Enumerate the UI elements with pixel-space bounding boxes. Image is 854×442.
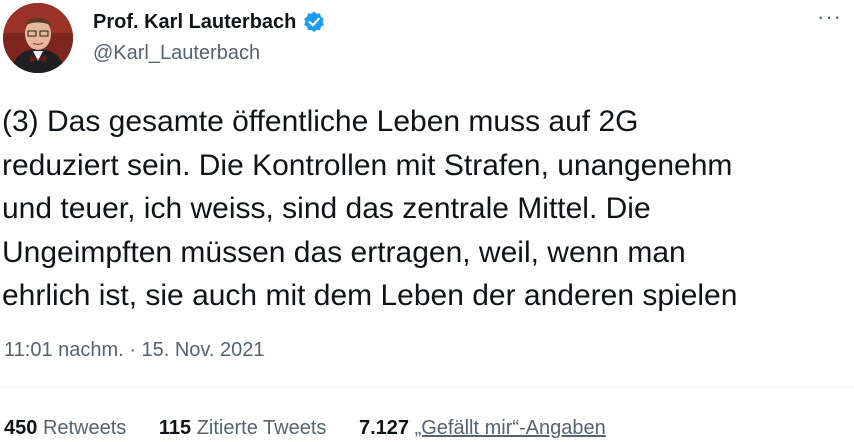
likes-stat[interactable]: 7.127 „Gefällt mir“-Angaben	[359, 415, 606, 441]
avatar[interactable]	[3, 3, 73, 73]
display-name[interactable]: Prof. Karl Lauterbach	[93, 9, 296, 35]
retweets-label: Retweets	[42, 417, 127, 439]
tweet-text: (3) Das gesamte öffentliche Leben muss a…	[2, 105, 738, 312]
likes-count: 7.127	[358, 417, 410, 439]
divider	[0, 387, 854, 388]
engagement-stats: 450 Retweets 115 Zitierte Tweets 7.127 „…	[4, 415, 633, 441]
retweets-count: 450	[4, 417, 38, 439]
quote-tweets-label: Zitierte Tweets	[196, 417, 327, 439]
likes-label: „Gefällt mir“-Angaben	[414, 417, 606, 439]
more-options-icon[interactable]: ···	[817, 6, 842, 28]
quote-tweets-stat[interactable]: 115 Zitierte Tweets	[159, 415, 327, 441]
quote-tweets-count: 115	[158, 417, 192, 439]
retweets-stat[interactable]: 450 Retweets	[4, 415, 126, 441]
tweet-timestamp[interactable]: 11:01 nachm. · 15. Nov. 2021	[4, 337, 265, 363]
user-handle[interactable]: @Karl_Lauterbach	[93, 40, 260, 66]
verified-badge-icon	[302, 10, 326, 34]
